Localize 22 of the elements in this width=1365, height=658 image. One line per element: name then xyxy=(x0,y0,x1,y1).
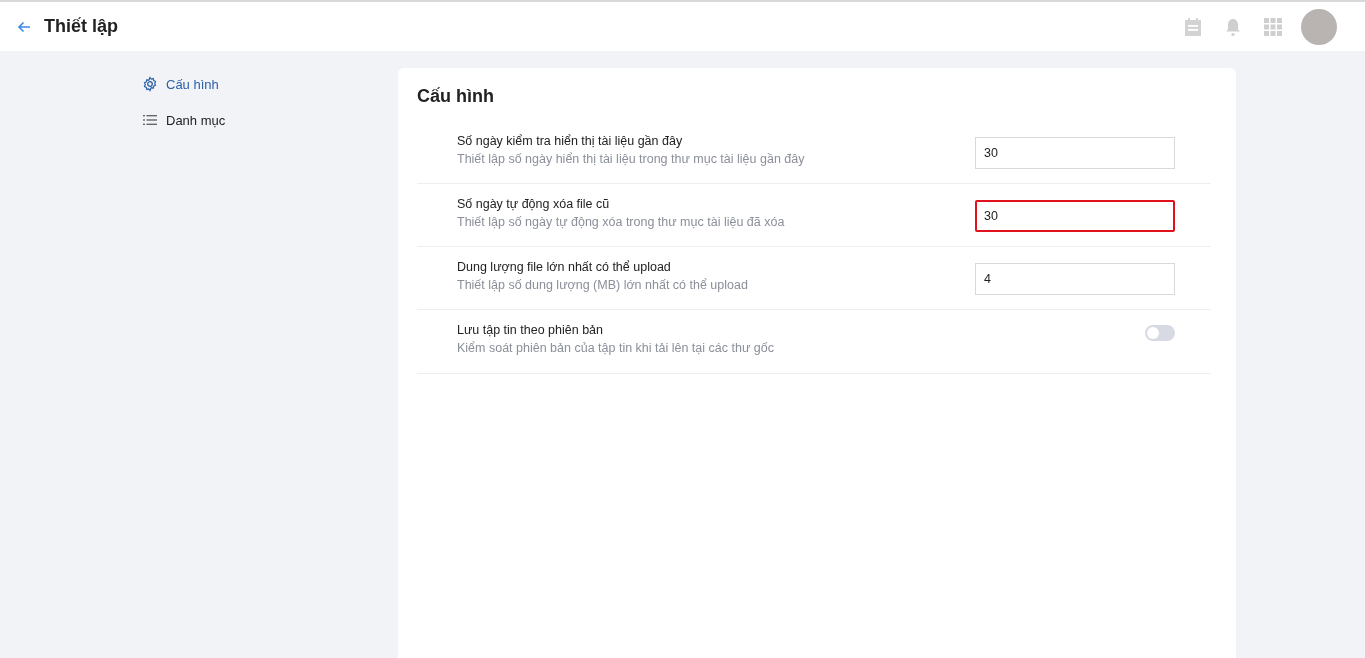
toggle-switch[interactable] xyxy=(1145,325,1175,341)
setting-title: Lưu tập tin theo phiên bản xyxy=(457,323,604,337)
number-field[interactable]: 30 xyxy=(975,200,1175,232)
page-title: Thiết lập xyxy=(44,16,118,37)
gear-icon xyxy=(142,76,158,92)
setting-description: Thiết lập số ngày hiển thị tài liệu trong thư mục tài liệu gần đây xyxy=(457,152,806,166)
sidebar-item[interactable]: Cấu hình xyxy=(142,76,219,92)
setting-title: Số ngày tự động xóa file cũ xyxy=(457,197,611,211)
setting-description: Thiết lập số ngày tự động xóa trong thư mục tài liệu đã xóa xyxy=(457,215,786,229)
sidebar-item[interactable]: Danh mục xyxy=(142,112,226,128)
setting-title: Dung lượng file lớn nhất có thể upload xyxy=(457,260,672,274)
calendar-icon[interactable] xyxy=(1183,16,1203,37)
number-field[interactable]: 4 xyxy=(975,263,1175,295)
setting-description: Thiết lập số dung lượng (MB) lớn nhất có thể upload xyxy=(457,278,749,292)
setting-title: Số ngày kiểm tra hiển thị tài liệu gần đây xyxy=(457,134,684,148)
bell-icon[interactable] xyxy=(1223,16,1243,37)
apps-grid-icon[interactable] xyxy=(1263,16,1283,37)
list-icon xyxy=(142,112,158,128)
panel-title: Cấu hình xyxy=(417,86,495,107)
avatar[interactable] xyxy=(1301,8,1337,45)
setting-description: Kiểm soát phiên bản của tập tin khi tải lên tại các thư gốc xyxy=(457,341,775,355)
number-field[interactable]: 30 xyxy=(975,137,1175,169)
